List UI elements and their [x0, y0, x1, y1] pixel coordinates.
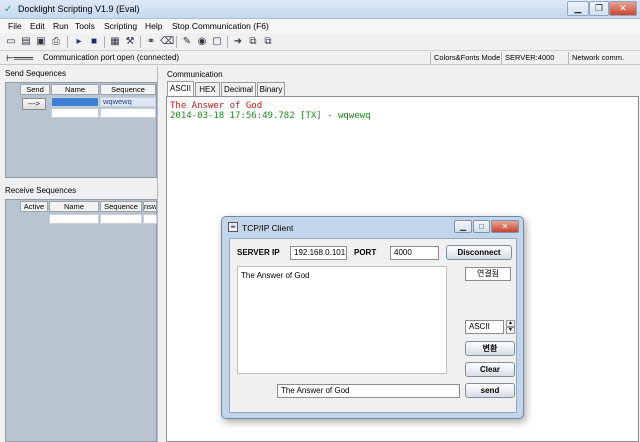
column-sequence: Sequence [100, 84, 156, 95]
sequence-name-cell[interactable] [51, 97, 99, 107]
comm-output-line: The Answer of God [170, 101, 263, 111]
clear-icon[interactable]: ⌫ [160, 36, 174, 48]
clear-button[interactable]: Clear [465, 362, 515, 377]
app-logo-icon: ✓ [4, 4, 13, 15]
print-icon[interactable]: ⎙ [50, 36, 62, 48]
window-title: Docklight Scripting V1.9 (Eval) [18, 4, 140, 14]
tab-decimal[interactable]: Decimal [221, 82, 256, 96]
toolbar-separator [67, 36, 68, 48]
column-active: Active [20, 201, 48, 212]
send-sequences-label: Send Sequences [5, 69, 66, 78]
port-status-text: Communication port open (connected) [43, 53, 180, 62]
toolbar-separator [176, 36, 177, 48]
dialog-minimize-button[interactable]: ▁ [454, 220, 472, 233]
connection-status-field: 연결됨 [465, 267, 511, 281]
dialog-maximize-button[interactable]: □ [473, 220, 490, 233]
dialog-close-button[interactable]: ✕ [491, 220, 519, 233]
spinner-up-icon[interactable]: ▲ [506, 320, 515, 327]
receive-sequences-label: Receive Sequences [5, 186, 77, 195]
play-icon[interactable]: ▸ [73, 36, 85, 48]
received-message: The Answer of God [241, 271, 310, 280]
port-label: PORT [354, 248, 377, 257]
encoding-select[interactable]: ASCII [465, 320, 504, 334]
send-arrow-icon[interactable]: ➜ [232, 36, 244, 48]
new-file-icon[interactable]: ▭ [5, 36, 17, 48]
close-button[interactable]: ✕ [609, 1, 637, 16]
column-name: Name [49, 201, 99, 212]
tab-ascii[interactable]: ASCII [167, 81, 194, 96]
column-name: Name [51, 84, 99, 95]
disconnect-button[interactable]: Disconnect [446, 245, 512, 260]
column-send: Send [20, 84, 50, 95]
colors-fonts-mode: Colors&Fonts Mode [430, 52, 500, 64]
port-connection-icon: ⊢═══ [6, 53, 33, 63]
send-sequences-grid[interactable]: Send Name Sequence ---> wqwewq [5, 82, 157, 178]
record-icon[interactable]: ◉ [196, 36, 208, 48]
menu-tools[interactable]: Tools [75, 21, 95, 31]
server-ip-field[interactable]: 192.168.0.101 [290, 246, 347, 260]
title-bar: ✓ Docklight Scripting V1.9 (Eval) ▁ ❐ ✕ [0, 0, 640, 19]
port-field[interactable]: 4000 [390, 246, 439, 260]
tcp-ip-client-dialog: ☕ TCP/IP Client ▁ □ ✕ SERVER IP 192.168.… [221, 216, 524, 419]
empty-answer-cell[interactable] [143, 214, 157, 224]
copy-icon[interactable]: ⧉ [247, 36, 259, 48]
communication-label: Communication [167, 70, 223, 79]
server-status: SERVER:4000 [501, 52, 567, 64]
docklight-main-window: ✓ Docklight Scripting V1.9 (Eval) ▁ ❐ ✕ … [0, 0, 640, 442]
edit-script-icon[interactable]: ✎ [181, 36, 193, 48]
server-ip-label: SERVER IP [237, 248, 280, 257]
toolbar-separator [104, 36, 105, 48]
empty-name-cell[interactable] [49, 214, 99, 224]
save-icon[interactable]: ▣ [35, 36, 47, 48]
send-text-input[interactable]: The Answer of God [277, 384, 460, 398]
dialog-content: SERVER IP 192.168.0.101 PORT 4000 Discon… [229, 238, 517, 413]
menu-file[interactable]: File [8, 21, 22, 31]
status-bar: ⊢═══ Communication port open (connected)… [0, 51, 640, 65]
menu-run[interactable]: Run [53, 21, 69, 31]
toolbar: ▭ ▤ ▣ ⎙ ▸ ■ ▦ ⚒ ⚭ ⌫ ✎ ◉ ▢ ➜ ⧉ ⧉ [0, 33, 640, 51]
empty-sequence-cell[interactable] [100, 214, 142, 224]
menu-edit[interactable]: Edit [30, 21, 45, 31]
find-binoculars-icon[interactable]: ⚭ [145, 36, 157, 48]
dialog-title: TCP/IP Client [242, 223, 294, 233]
comm-output-line: 2014-03-18 17:56:49.782 [TX] - wqwewq [170, 111, 371, 121]
stop-icon[interactable]: ■ [88, 36, 100, 48]
settings-icon[interactable]: ▦ [109, 36, 121, 48]
paste-icon[interactable]: ⧉ [262, 36, 274, 48]
empty-name-cell[interactable] [51, 108, 99, 118]
sequences-panel: Send Sequences Send Name Sequence ---> w… [0, 66, 158, 442]
menu-stop-communication[interactable]: Stop Communication (F6) [172, 21, 269, 31]
column-sequence: Sequence [100, 201, 142, 212]
network-status: Network comm. [568, 52, 640, 64]
menu-help[interactable]: Help [145, 21, 162, 31]
receive-sequences-grid[interactable]: Active Name Sequence nsw [5, 199, 157, 442]
java-window-icon: ☕ [228, 222, 238, 232]
sequence-value-cell[interactable]: wqwewq [100, 97, 156, 107]
empty-sequence-cell[interactable] [100, 108, 156, 118]
menu-bar: File Edit Run Tools Scripting Help Stop … [0, 19, 640, 33]
send-button[interactable]: send [465, 383, 515, 398]
menu-scripting[interactable]: Scripting [104, 21, 137, 31]
send-sequence-button[interactable]: ---> [22, 98, 46, 110]
convert-button[interactable]: 변환 [465, 341, 515, 356]
toolbar-separator [140, 36, 141, 48]
toolbar-separator [227, 36, 228, 48]
spinner-down-icon[interactable]: ▼ [506, 327, 515, 334]
tab-hex[interactable]: HEX [195, 82, 220, 96]
monitor-icon[interactable]: ▢ [211, 36, 223, 48]
open-folder-icon[interactable]: ▤ [20, 36, 32, 48]
received-text-area[interactable]: The Answer of God [237, 266, 447, 374]
tab-binary[interactable]: Binary [257, 82, 285, 96]
restore-button[interactable]: ❐ [589, 1, 609, 16]
tools-icon[interactable]: ⚒ [124, 36, 136, 48]
minimize-button[interactable]: ▁ [567, 1, 589, 16]
column-answer: nsw [143, 201, 157, 212]
